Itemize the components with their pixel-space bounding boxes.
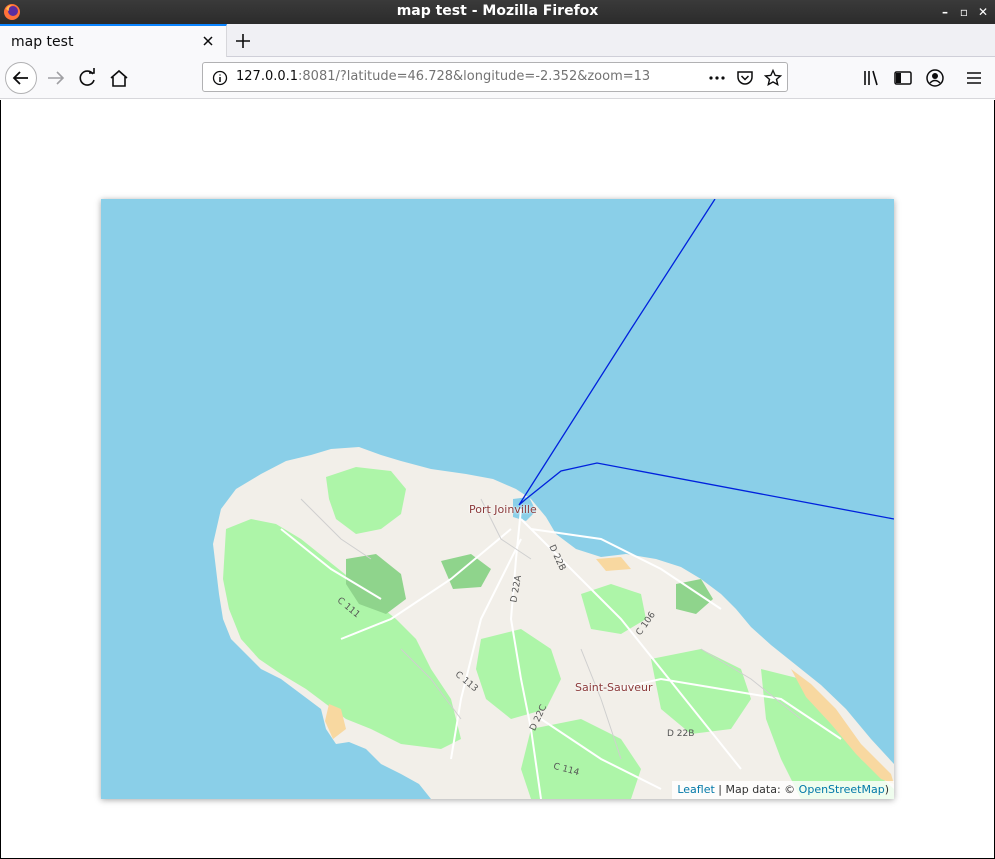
route-line	[518, 199, 894, 520]
attribution-text: | Map data: ©	[714, 783, 799, 796]
forward-icon[interactable]	[40, 62, 72, 94]
address-bar[interactable]: 127.0.0.1:8081/?latitude=46.728&longitud…	[202, 62, 788, 92]
window-titlebar: map test - Mozilla Firefox – ▫ ✕	[0, 0, 995, 24]
navigation-toolbar: 127.0.0.1:8081/?latitude=46.728&longitud…	[0, 57, 995, 99]
maximize-icon[interactable]: ▫	[956, 3, 972, 21]
home-icon[interactable]	[103, 62, 135, 94]
back-button[interactable]	[5, 62, 37, 94]
account-icon[interactable]	[919, 62, 951, 94]
road-label: D 22B	[667, 729, 695, 739]
new-tab-icon[interactable]	[232, 30, 254, 52]
url-path: :8081/?latitude=46.728&longitude=-2.352&…	[298, 69, 651, 84]
minimize-icon[interactable]: –	[937, 3, 953, 21]
tab-label: map test	[11, 34, 74, 50]
map-container[interactable]: Port Joinville Saint-Sauveur D 22B D 22A…	[101, 199, 894, 799]
page-actions-icon[interactable]	[707, 68, 727, 88]
tab-strip: map test	[0, 24, 995, 57]
place-label-saint-sauveur: Saint-Sauveur	[575, 681, 653, 694]
tab-map-test[interactable]: map test	[0, 24, 227, 57]
library-icon[interactable]	[856, 62, 888, 94]
attribution-close: )	[884, 783, 889, 796]
tab-close-icon[interactable]	[200, 33, 216, 49]
close-icon[interactable]: ✕	[975, 3, 991, 21]
place-label-port-joinville: Port Joinville	[469, 503, 537, 516]
sidebar-icon[interactable]	[887, 62, 919, 94]
leaflet-link[interactable]: Leaflet	[677, 783, 714, 796]
menu-icon[interactable]	[958, 62, 990, 94]
url-text[interactable]: 127.0.0.1:8081/?latitude=46.728&longitud…	[236, 69, 650, 84]
openstreetmap-link[interactable]: OpenStreetMap	[799, 783, 885, 796]
pocket-icon[interactable]	[735, 68, 755, 88]
bookmark-star-icon[interactable]	[763, 68, 783, 88]
reload-icon[interactable]	[71, 62, 103, 94]
url-host: 127.0.0.1	[236, 69, 299, 84]
map-attribution: Leaflet | Map data: © OpenStreetMap)	[672, 781, 894, 799]
window-title: map test - Mozilla Firefox	[396, 3, 599, 19]
site-info-icon[interactable]	[211, 69, 229, 87]
map-tiles[interactable]	[101, 199, 894, 799]
back-icon	[12, 71, 28, 85]
